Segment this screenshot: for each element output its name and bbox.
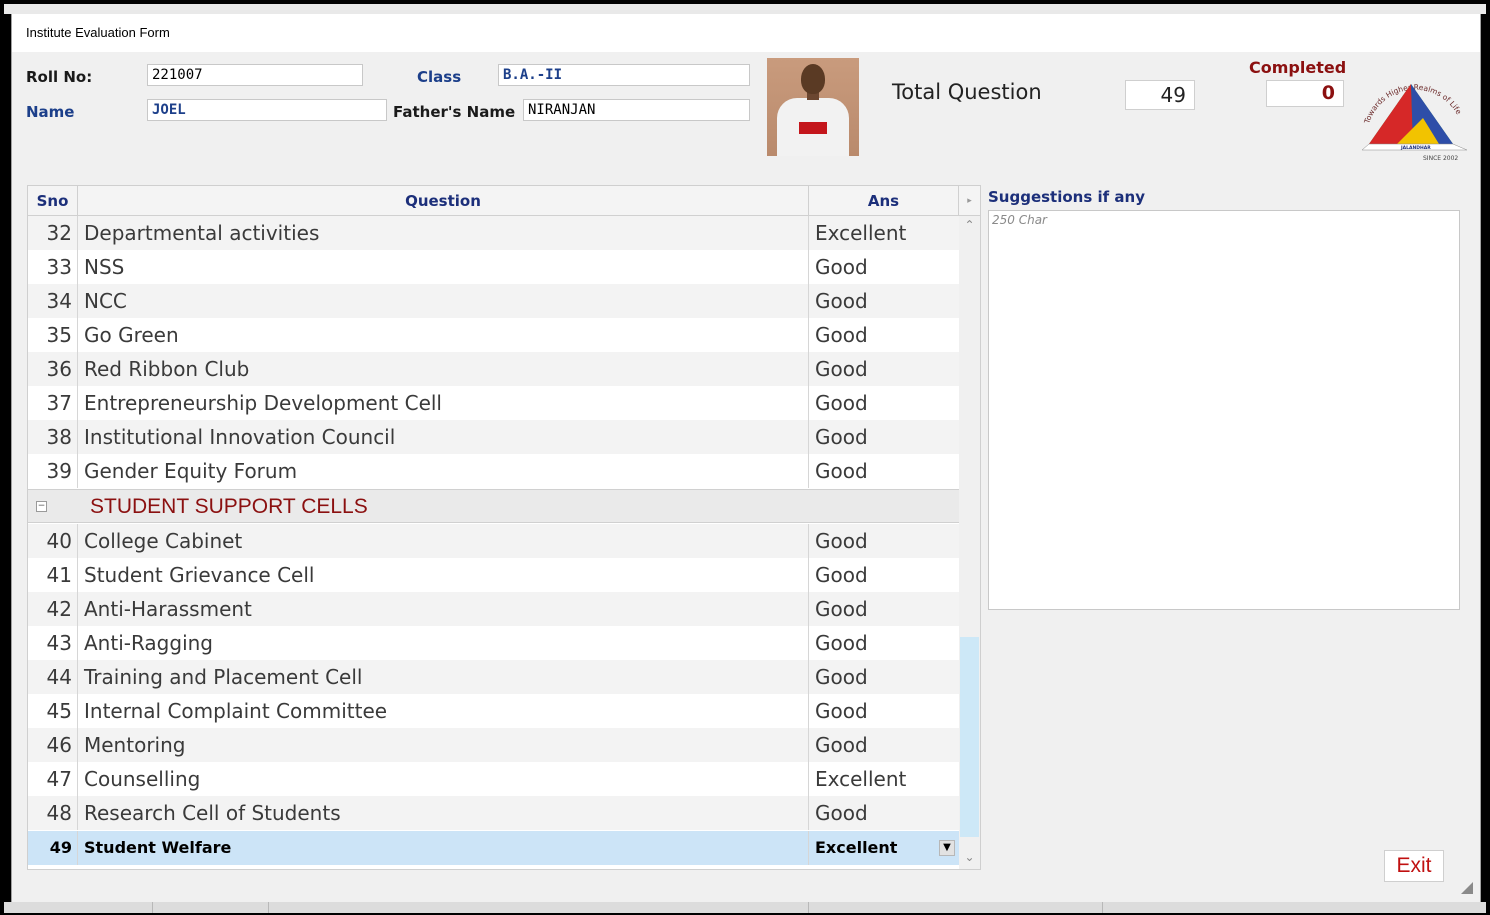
table-row[interactable]: 44 Training and Placement Cell Good <box>28 660 959 694</box>
background-window-strip <box>4 4 1486 14</box>
table-row[interactable]: 34 NCC Good <box>28 284 959 318</box>
table-row[interactable]: 40 College Cabinet Good <box>28 524 959 558</box>
group-row-student-support-cells[interactable]: − STUDENT SUPPORT CELLS <box>28 489 959 523</box>
table-row-selected[interactable]: 49 Student Welfare Excellent ▼ <box>28 831 959 865</box>
suggestions-label: Suggestions if any <box>988 188 1145 206</box>
header-scroll-right-icon[interactable]: ▸ <box>959 186 980 216</box>
completed-label: Completed <box>1249 58 1347 77</box>
logo-since: SINCE 2002 <box>1423 155 1458 162</box>
class-field[interactable]: B.A.-II <box>498 64 750 86</box>
father-name-field[interactable]: NIRANJAN <box>523 99 750 121</box>
table-row[interactable]: 43 Anti-Ragging Good <box>28 626 959 660</box>
answer-select[interactable]: Excellent <box>809 831 959 865</box>
grid-header: Sno Question Ans ▸ <box>28 186 980 216</box>
suggestions-placeholder: 250 Char <box>992 213 1047 227</box>
table-row[interactable]: 37 Entrepreneurship Development Cell Goo… <box>28 386 959 420</box>
college-logo: Towards Higher Realms of Life JALANDHAR … <box>1361 83 1468 162</box>
completed-value: 0 <box>1266 80 1344 107</box>
sno-column-header[interactable]: Sno <box>28 186 78 216</box>
table-row[interactable]: 36 Red Ribbon Club Good <box>28 352 959 386</box>
table-row[interactable]: 46 Mentoring Good <box>28 728 959 762</box>
table-row[interactable]: 35 Go Green Good <box>28 318 959 352</box>
table-row[interactable]: 33 NSS Good <box>28 250 959 284</box>
roll-no-label: Roll No: <box>26 68 93 86</box>
dropdown-arrow-icon[interactable]: ▼ <box>939 840 955 856</box>
title-bar: Institute Evaluation Form <box>12 14 1480 52</box>
table-row[interactable]: 42 Anti-Harassment Good <box>28 592 959 626</box>
table-row[interactable]: 41 Student Grievance Cell Good <box>28 558 959 592</box>
group-title: STUDENT SUPPORT CELLS <box>90 495 368 518</box>
table-row[interactable]: 39 Gender Equity Forum Good <box>28 454 959 488</box>
table-row[interactable]: 47 Counselling Excellent <box>28 762 959 796</box>
window-title: Institute Evaluation Form <box>26 25 170 40</box>
class-label: Class <box>417 68 462 86</box>
roll-no-field[interactable]: 221007 <box>147 64 363 86</box>
scroll-down-icon[interactable]: ⌄ <box>959 848 980 866</box>
ans-column-header[interactable]: Ans <box>809 186 959 216</box>
exit-button[interactable]: Exit <box>1384 850 1444 882</box>
question-column-header[interactable]: Question <box>78 186 809 216</box>
background-taskbar-strip <box>4 902 1486 913</box>
name-field[interactable]: JOEL <box>147 99 387 121</box>
resize-grip-icon[interactable] <box>1461 882 1473 894</box>
questions-grid[interactable]: Sno Question Ans ▸ 32 Departmental activ… <box>27 185 981 870</box>
table-row[interactable]: 38 Institutional Innovation Council Good <box>28 420 959 454</box>
suggestions-textarea[interactable]: 250 Char <box>988 210 1460 610</box>
table-row[interactable]: 32 Departmental activities Excellent <box>28 216 959 250</box>
table-row[interactable]: 45 Internal Complaint Committee Good <box>28 694 959 728</box>
table-row[interactable]: 48 Research Cell of Students Good <box>28 796 959 830</box>
collapse-icon[interactable]: − <box>36 501 47 512</box>
father-name-label: Father's Name <box>393 103 516 121</box>
total-question-value: 49 <box>1125 80 1195 110</box>
logo-city: JALANDHAR <box>1400 145 1431 151</box>
grid-vertical-scrollbar[interactable]: ⌃ ⌄ <box>959 216 980 869</box>
scrollbar-thumb[interactable] <box>960 637 979 837</box>
scroll-up-icon[interactable]: ⌃ <box>959 216 980 234</box>
student-photo <box>767 58 859 156</box>
total-question-label: Total Question <box>892 80 1042 104</box>
evaluation-form-window: Institute Evaluation Form Roll No: 22100… <box>11 14 1481 902</box>
name-label: Name <box>26 103 75 121</box>
